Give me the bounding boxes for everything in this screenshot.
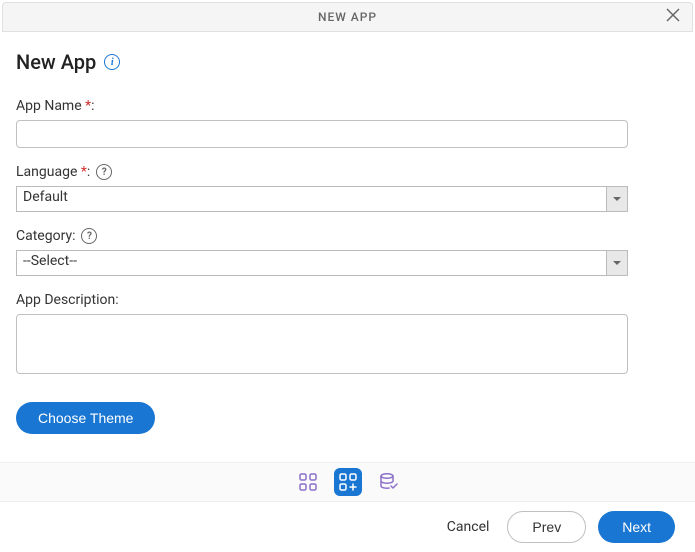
grid-plus-icon[interactable] [334,468,362,496]
language-select[interactable]: Default [16,186,628,212]
help-icon[interactable]: ? [81,228,97,244]
stepper-bar [0,462,695,502]
required-star: * [85,98,91,114]
description-input[interactable] [16,314,628,374]
cancel-button[interactable]: Cancel [441,515,496,539]
description-field: App Description: [16,292,679,378]
dialog-body: New App i App Name *: Language *: ? Defa… [0,34,695,450]
description-label: App Description: [16,292,119,308]
app-name-label: App Name *: [16,98,95,114]
next-button[interactable]: Next [598,511,675,543]
choose-theme-button[interactable]: Choose Theme [16,402,155,434]
category-label: Category: [16,228,75,244]
category-label-row: Category: ? [16,228,679,244]
prev-button[interactable]: Prev [507,511,586,543]
description-label-row: App Description: [16,292,679,308]
language-select-wrapper: Default [16,186,628,212]
database-icon[interactable] [374,468,402,496]
language-field: Language *: ? Default [16,164,679,212]
grid-icon[interactable] [294,468,322,496]
dialog-title: NEW APP [318,10,377,24]
language-label: Language *: [16,164,90,180]
page-title-row: New App i [16,50,679,74]
footer-bar: Cancel Prev Next [0,502,695,552]
page-title: New App [16,50,96,74]
app-name-input[interactable] [16,120,628,148]
required-star: * [81,164,87,180]
app-name-field: App Name *: [16,98,679,148]
app-name-label-row: App Name *: [16,98,679,114]
info-icon[interactable]: i [104,54,120,70]
category-field: Category: ? --Select-- [16,228,679,276]
help-icon[interactable]: ? [96,164,112,180]
category-select-wrapper: --Select-- [16,250,628,276]
language-label-row: Language *: ? [16,164,679,180]
close-icon[interactable] [662,6,684,28]
category-select[interactable]: --Select-- [16,250,628,276]
dialog-header: NEW APP [2,2,693,32]
